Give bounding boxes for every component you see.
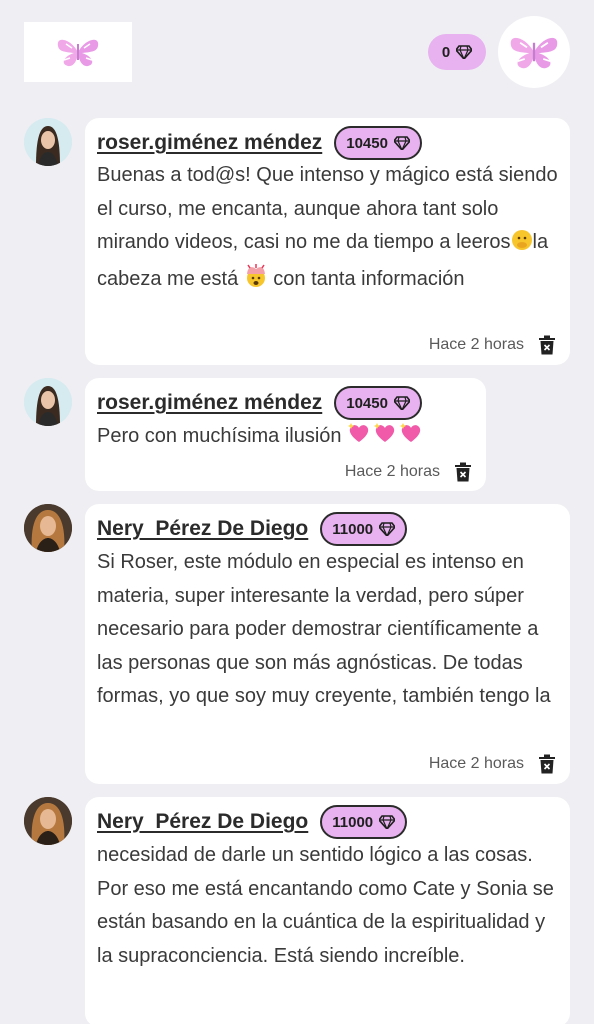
face-with-hand-over-mouth-emoji-icon [511, 229, 533, 263]
comment-header: Nery Pérez De Diego 11000 [97, 512, 408, 546]
exploding-head-emoji-icon [244, 263, 268, 300]
diamond-icon [393, 396, 410, 410]
comment-text: Si Roser, este módulo en especial es int… [97, 551, 551, 707]
comment-header: roser.giménez méndez 10450 [97, 126, 422, 160]
brand-logo[interactable] [24, 22, 132, 82]
comment-text: Buenas a tod@s! Que intenso y mágico est… [97, 159, 560, 299]
points-badge: 10450 [334, 126, 422, 160]
comment-footer: Hace 2 horas [429, 754, 556, 774]
points-value: 11000 [332, 520, 374, 538]
comment-time: Hace 2 horas [344, 463, 440, 480]
comment-footer: Hace 2 horas [429, 335, 556, 355]
points-value: 10450 [346, 134, 388, 152]
avatar[interactable] [24, 797, 72, 845]
trash-icon[interactable] [454, 462, 472, 482]
comment-footer: Hace 2 horas [345, 462, 472, 482]
diamond-icon [379, 815, 396, 829]
app-header: 0 [0, 0, 594, 100]
user-photo-icon [24, 378, 72, 426]
points-badge: 10450 [334, 386, 422, 420]
trash-icon[interactable] [538, 335, 556, 355]
avatar[interactable] [24, 378, 72, 426]
comment-card: roser.giménez méndez 10450 Buenas a tod@… [85, 118, 570, 365]
comment-author[interactable]: Nery Pérez De Diego [97, 517, 308, 541]
comment-card: roser.giménez méndez 10450 Pero con much… [85, 378, 486, 491]
butterfly-logo-icon [510, 37, 558, 69]
user-photo-icon [24, 504, 72, 552]
user-photo-icon [24, 797, 72, 845]
comment-header: Nery Pérez De Diego 11000 [97, 805, 408, 839]
comment-card: Nery Pérez De Diego 11000 necesidad de d… [85, 797, 570, 1024]
profile-menu-button[interactable] [498, 16, 570, 88]
diamond-icon [379, 522, 396, 536]
avatar[interactable] [24, 118, 72, 166]
comment-header: roser.giménez méndez 10450 [97, 386, 422, 420]
points-badge: 11000 [320, 805, 408, 839]
gem-balance-count: 0 [441, 43, 451, 61]
comment-text: necesidad de darle un sentido lógico a l… [97, 844, 554, 967]
gem-balance-button[interactable]: 0 [428, 34, 486, 70]
comment-author[interactable]: roser.giménez méndez [97, 391, 322, 415]
comment-text: Pero con muchísima ilusión [97, 420, 476, 457]
avatar[interactable] [24, 504, 72, 552]
user-photo-icon [24, 118, 72, 166]
diamond-icon [456, 45, 473, 59]
trash-icon[interactable] [538, 754, 556, 774]
points-value: 11000 [332, 813, 374, 831]
diamond-icon [393, 136, 410, 150]
comment-time: Hace 2 horas [428, 755, 524, 772]
points-value: 10450 [346, 394, 388, 412]
comment-card: Nery Pérez De Diego 11000 Si Roser, este… [85, 504, 570, 784]
comment-author[interactable]: roser.giménez méndez [97, 131, 322, 155]
sparkling-heart-emoji-icon [347, 421, 425, 457]
comment-author[interactable]: Nery Pérez De Diego [97, 810, 308, 834]
butterfly-logo-icon [57, 39, 99, 67]
points-badge: 11000 [320, 512, 408, 546]
comment-time: Hace 2 horas [428, 336, 524, 353]
